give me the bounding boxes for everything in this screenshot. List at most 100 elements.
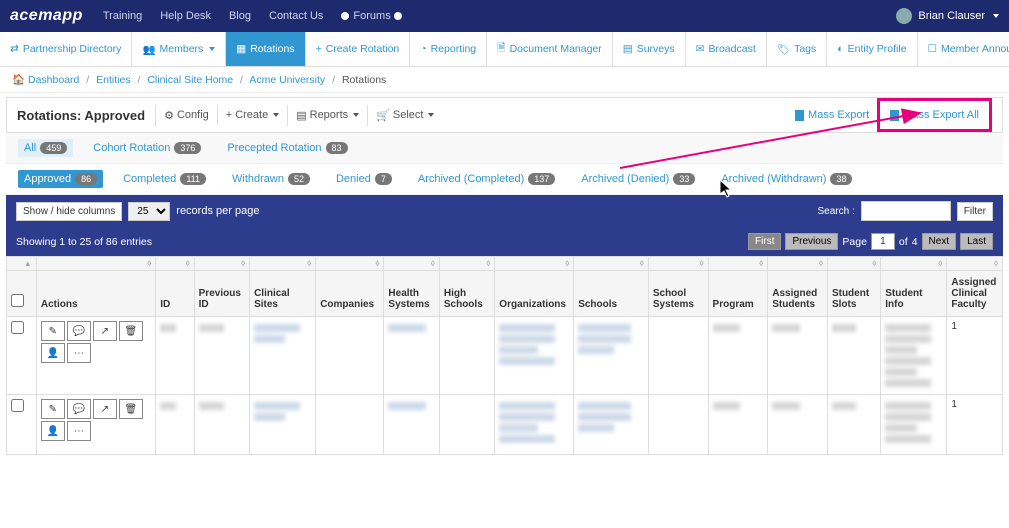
pager-first[interactable]: First: [748, 233, 781, 250]
delete-icon[interactable]: 🗑: [119, 399, 143, 419]
col-organizations: Organizations: [495, 271, 574, 317]
row-checkbox[interactable]: [11, 399, 24, 412]
tab-denied[interactable]: Denied 7: [330, 170, 398, 188]
pager-last[interactable]: Last: [960, 233, 993, 250]
chat-icon[interactable]: 💬: [67, 399, 91, 419]
nav-members[interactable]: 👥 Members: [132, 32, 226, 66]
nav-broadcast[interactable]: ✉ Broadcast: [686, 32, 767, 66]
search-label: Search :: [818, 206, 855, 217]
cell-health-systems[interactable]: [388, 402, 434, 410]
crumb-clinical-site-home[interactable]: Clinical Site Home: [147, 74, 233, 86]
topnav-contact[interactable]: Contact Us: [269, 10, 323, 22]
nav-create-rotation[interactable]: + Create Rotation: [306, 32, 411, 66]
table-row: ✎ 💬 ↗ 🗑 👤 ⋯ 1: [7, 317, 1003, 395]
user-icon[interactable]: 👤: [41, 343, 65, 363]
cell-schools[interactable]: [578, 324, 644, 354]
tab-approved[interactable]: Approved 86: [18, 170, 103, 188]
rotation-type-tabs: All 459 Cohort Rotation 376 Precepted Ro…: [6, 133, 1003, 164]
records-per-page-label: records per page: [176, 205, 259, 217]
crumb-dashboard[interactable]: Dashboard: [28, 74, 79, 86]
showing-entries-text: Showing 1 to 25 of 86 entries: [16, 236, 152, 248]
caret-down-icon: [993, 14, 999, 18]
tab-archived-completed[interactable]: Archived (Completed) 137: [412, 170, 561, 188]
records-per-page-select[interactable]: 25: [128, 202, 170, 221]
cell-student-info: [885, 324, 942, 387]
caret-down-icon: [353, 113, 359, 117]
cell-previous-id: [199, 402, 245, 410]
cell-assigned-students: [772, 402, 823, 410]
row-checkbox[interactable]: [11, 321, 24, 334]
cell-program: [713, 402, 764, 410]
cell-clinical-sites[interactable]: [254, 402, 311, 421]
radio-icon: [341, 12, 349, 20]
topnav-training[interactable]: Training: [103, 10, 142, 22]
nav-member-announcements[interactable]: ☐ Member Announcements: [918, 32, 1009, 66]
create-button[interactable]: + Create: [217, 105, 287, 125]
mass-export-button[interactable]: Mass Export: [787, 105, 877, 125]
topnav-forums[interactable]: Forums: [341, 10, 405, 22]
nav-surveys[interactable]: ▤ Surveys: [613, 32, 686, 66]
cell-clinical-sites[interactable]: [254, 324, 311, 343]
col-actions: Actions: [36, 271, 155, 317]
tab-archived-withdrawn[interactable]: Archived (Withdrawn) 38: [715, 170, 858, 188]
select-all-checkbox[interactable]: [11, 294, 24, 307]
tab-withdrawn[interactable]: Withdrawn 52: [226, 170, 316, 188]
tab-archived-denied[interactable]: Archived (Denied) 33: [575, 170, 701, 188]
cell-assigned-faculty: 1: [947, 395, 1003, 455]
mass-export-all-button[interactable]: Mass Export All: [877, 98, 992, 132]
cell-health-systems[interactable]: [388, 324, 434, 332]
delete-icon[interactable]: 🗑: [119, 321, 143, 341]
row-actions: ✎ 💬 ↗ 🗑 👤 ⋯: [41, 321, 145, 363]
nav-reporting[interactable]: ◔ Reporting: [410, 32, 487, 66]
col-student-slots: Student Slots: [827, 271, 880, 317]
col-schools: Schools: [574, 271, 649, 317]
breadcrumb: 🏠 Dashboard / Entities / Clinical Site H…: [0, 67, 1009, 93]
edit-icon[interactable]: ✎: [41, 399, 65, 419]
topnav-links: Training Help Desk Blog Contact Us Forum…: [103, 10, 896, 22]
crumb-acme-university[interactable]: Acme University: [249, 74, 325, 86]
show-hide-columns-button[interactable]: Show / hide columns: [16, 202, 122, 221]
page-header: Rotations: Approved ⚙ Config + Create ▤ …: [6, 97, 1003, 133]
select-button[interactable]: 🛒 Select: [367, 105, 442, 126]
more-icon[interactable]: ⋯: [67, 421, 91, 441]
tab-completed[interactable]: Completed 111: [117, 170, 212, 188]
user-name: Brian Clauser: [918, 10, 985, 22]
edit-icon[interactable]: ✎: [41, 321, 65, 341]
share-icon[interactable]: ↗: [93, 399, 117, 419]
chat-icon[interactable]: 💬: [67, 321, 91, 341]
col-sort[interactable]: [7, 257, 37, 271]
search-input[interactable]: [861, 201, 951, 221]
reports-button[interactable]: ▤ Reports: [287, 105, 367, 126]
pager-page-input[interactable]: [871, 233, 895, 250]
config-button[interactable]: ⚙ Config: [155, 105, 217, 126]
pager-previous[interactable]: Previous: [785, 233, 838, 250]
cell-organizations[interactable]: [499, 324, 569, 365]
pager-next[interactable]: Next: [922, 233, 957, 250]
cell-schools[interactable]: [578, 402, 644, 432]
tab-precepted-rotation[interactable]: Precepted Rotation 83: [221, 139, 353, 157]
pager-total: 4: [912, 236, 918, 248]
nav-tags[interactable]: 🏷 Tags: [767, 32, 828, 66]
nav-document-manager[interactable]: 🗎 Document Manager: [487, 32, 613, 66]
nav-rotations[interactable]: ▦ Rotations: [226, 32, 305, 66]
topnav-helpdesk[interactable]: Help Desk: [160, 10, 211, 22]
page-title: Rotations: Approved: [17, 108, 145, 123]
nav-entity-profile[interactable]: ◐ Entity Profile: [827, 32, 917, 66]
user-menu[interactable]: Brian Clauser: [896, 8, 999, 24]
user-icon[interactable]: 👤: [41, 421, 65, 441]
filter-button[interactable]: Filter: [957, 202, 993, 221]
crumb-entities[interactable]: Entities: [96, 74, 130, 86]
nav-partnership-directory[interactable]: ⇄ Partnership Directory: [0, 32, 132, 66]
brand-logo[interactable]: acemapp: [10, 7, 83, 25]
radio-icon: [394, 12, 402, 20]
more-icon[interactable]: ⋯: [67, 343, 91, 363]
topnav-blog[interactable]: Blog: [229, 10, 251, 22]
col-id: ID: [156, 271, 194, 317]
avatar-icon: [896, 8, 912, 24]
share-icon[interactable]: ↗: [93, 321, 117, 341]
caret-down-icon: [209, 47, 215, 51]
tab-all[interactable]: All 459: [18, 139, 73, 157]
cell-organizations[interactable]: [499, 402, 569, 443]
tab-cohort-rotation[interactable]: Cohort Rotation 376: [87, 139, 207, 157]
export-icon: [795, 110, 804, 121]
